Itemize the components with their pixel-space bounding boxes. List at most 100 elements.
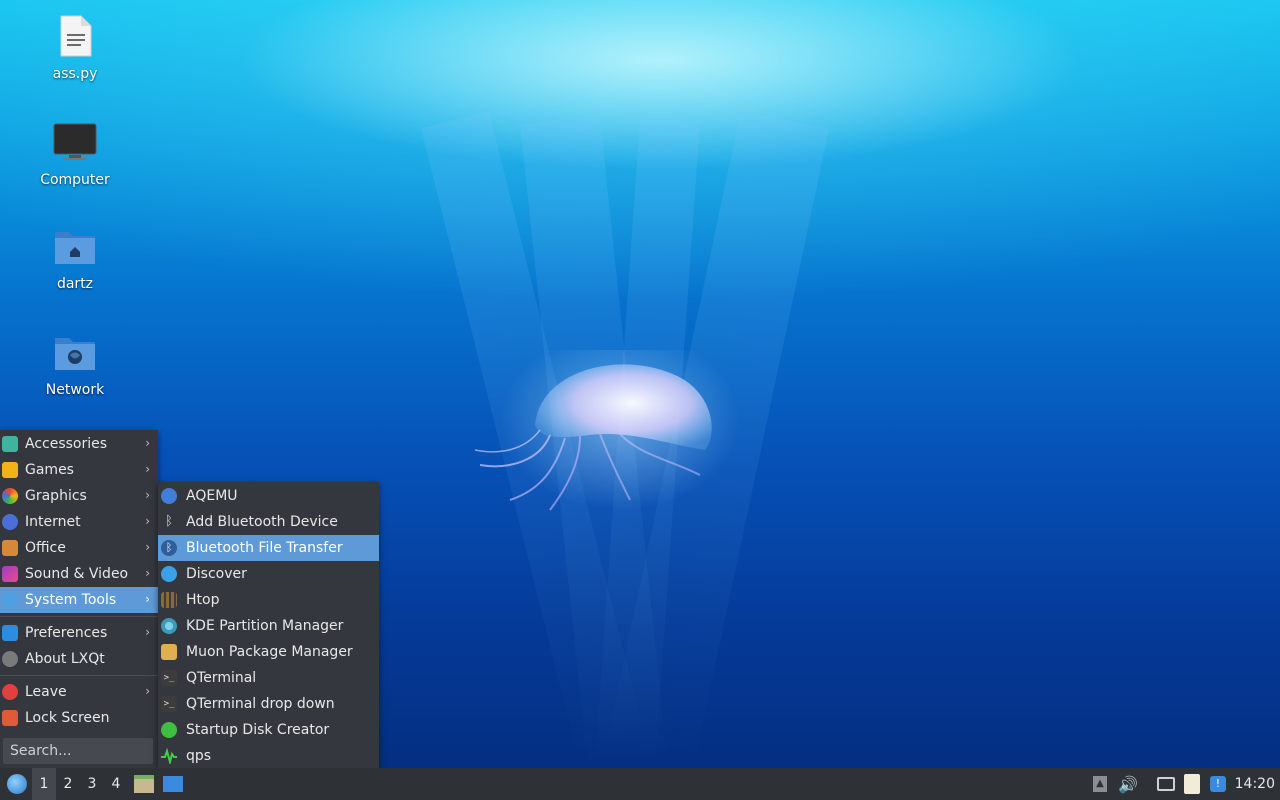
discover-icon [161,566,177,582]
volume-icon: 🔊 [1118,774,1138,794]
monitor-icon [53,120,97,164]
qps-icon [161,747,177,766]
menu-item-label: qps [186,748,212,764]
chevron-right-icon: › [145,488,150,502]
globe-icon [2,514,18,530]
submenu-item-kde-partition-manager[interactable]: KDE Partition Manager [158,613,379,639]
application-menu: Accessories › Games › Graphics › Interne… [0,430,158,768]
taskbar: 1 2 3 4 ▲ 🔊 ! 14:20 [0,768,1280,800]
menu-item-label: Leave [25,684,67,700]
desktop-icon-ass-py[interactable]: ass.py [20,14,130,82]
tray-network-button[interactable] [1154,768,1178,800]
menu-item-label: Preferences [25,625,108,641]
menu-item-label: System Tools [25,592,117,608]
bluetooth-icon: ᛒ [161,540,177,556]
chevron-right-icon: › [145,684,150,698]
menu-item-label: Internet [25,514,81,530]
terminal-icon: >_ [161,670,177,686]
terminal-icon: >_ [161,696,177,712]
menu-search-input[interactable]: Search... [3,738,153,764]
tray-clipboard-button[interactable] [1180,768,1204,800]
home-folder-icon [53,224,97,268]
chevron-right-icon: › [145,514,150,528]
submenu-item-discover[interactable]: Discover [158,561,379,587]
info-icon [2,651,18,667]
gear-icon [2,592,18,608]
tray-volume-button[interactable]: 🔊 [1116,768,1140,800]
workspace-2-button[interactable]: 2 [56,768,80,800]
menu-item-label: Sound & Video [25,566,129,582]
menu-item-graphics[interactable]: Graphics › [0,483,158,509]
submenu-item-aqemu[interactable]: AQEMU [158,483,379,509]
menu-item-lock-screen[interactable]: Lock Screen [0,705,158,731]
start-menu-button[interactable] [2,768,32,800]
desktop-icon-label: Network [45,382,105,398]
menu-item-label: QTerminal [186,670,257,686]
partition-icon [161,618,177,634]
graphics-icon [2,488,18,504]
clock[interactable]: 14:20 [1235,768,1275,800]
submenu-item-qterminal[interactable]: >_ QTerminal [158,665,379,691]
system-tools-submenu: AQEMU ᛒ Add Bluetooth Device ᛒ Bluetooth… [158,482,379,768]
usb-icon [161,722,177,738]
submenu-item-qps[interactable]: qps [158,743,379,769]
menu-item-leave[interactable]: Leave › [0,679,158,705]
eject-icon: ▲ [1093,776,1107,792]
menu-item-internet[interactable]: Internet › [0,509,158,535]
menu-item-label: About LXQt [25,651,105,667]
briefcase-icon [2,540,18,556]
menu-item-label: KDE Partition Manager [186,618,344,634]
htop-icon [161,592,177,608]
workspace-1-button[interactable]: 1 [32,768,56,800]
submenu-item-startup-disk-creator[interactable]: Startup Disk Creator [158,717,379,743]
jellyfish-wallpaper [474,350,740,511]
menu-item-games[interactable]: Games › [0,457,158,483]
update-notifier-icon: ! [1210,776,1226,792]
gamepad-icon [2,462,18,478]
desktop-icon-dartz[interactable]: dartz [20,224,130,292]
menu-item-label: Discover [186,566,247,582]
text-file-icon [53,14,97,58]
aqemu-icon [161,488,177,504]
submenu-item-bluetooth-file-transfer[interactable]: ᛒ Bluetooth File Transfer [158,535,379,561]
lock-icon [2,710,18,726]
desktop-icon-label: Computer [40,172,110,188]
menu-item-about-lxqt[interactable]: About LXQt [0,646,158,672]
menu-item-label: AQEMU [186,488,238,504]
submenu-item-add-bluetooth-device[interactable]: ᛒ Add Bluetooth Device [158,509,379,535]
menu-item-label: Htop [186,592,220,608]
chevron-right-icon: › [145,566,150,580]
workspace-4-button[interactable]: 4 [104,768,128,800]
menu-separator [0,616,158,617]
desktop-icon-network[interactable]: Network [20,330,130,398]
menu-item-sound-video[interactable]: Sound & Video › [0,561,158,587]
menu-item-label: Bluetooth File Transfer [186,540,343,556]
chevron-right-icon: › [145,436,150,450]
multimedia-icon [2,566,18,582]
submenu-item-qterminal-drop-down[interactable]: >_ QTerminal drop down [158,691,379,717]
tray-update-notifier[interactable]: ! [1206,768,1230,800]
package-icon [161,644,177,660]
menu-separator [0,675,158,676]
menu-item-label: Games [25,462,74,478]
menu-item-office[interactable]: Office › [0,535,158,561]
menu-item-accessories[interactable]: Accessories › [0,431,158,457]
workspace-3-button[interactable]: 3 [80,768,104,800]
chevron-right-icon: › [145,462,150,476]
menu-item-label: Muon Package Manager [186,644,353,660]
chevron-right-icon: › [145,592,150,606]
submenu-item-htop[interactable]: Htop [158,587,379,613]
menu-item-preferences[interactable]: Preferences › [0,620,158,646]
menu-item-system-tools[interactable]: System Tools › [0,587,158,613]
menu-item-label: Startup Disk Creator [186,722,330,738]
desktop-icon-computer[interactable]: Computer [20,120,130,188]
desktop-icon-label: dartz [56,276,94,292]
submenu-item-muon-package-manager[interactable]: Muon Package Manager [158,639,379,665]
file-manager-launcher[interactable] [132,768,156,800]
tray-eject-button[interactable]: ▲ [1090,768,1110,800]
show-desktop-button[interactable] [160,768,186,800]
clipboard-icon [1184,774,1200,794]
desktop-icon-label: ass.py [52,66,98,82]
menu-item-label: QTerminal drop down [186,696,335,712]
preferences-icon [2,625,18,641]
